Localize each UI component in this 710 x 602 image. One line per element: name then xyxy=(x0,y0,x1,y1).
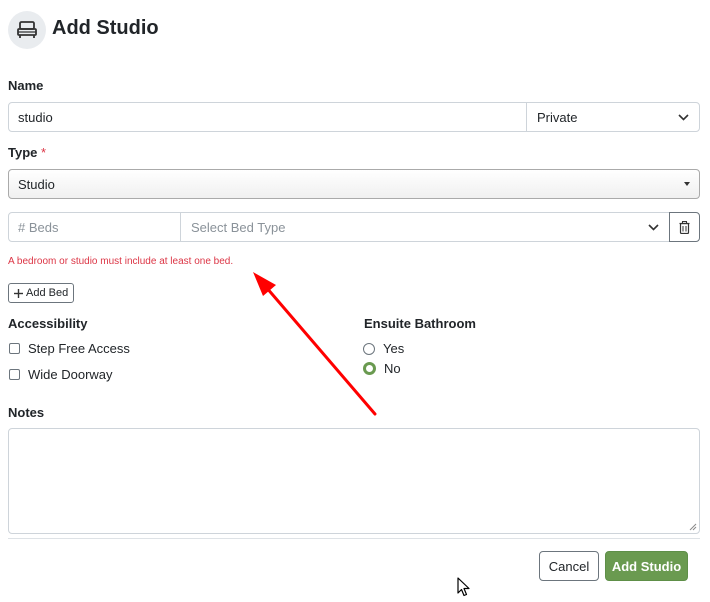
notes-textarea[interactable] xyxy=(8,428,700,534)
chevron-down-icon xyxy=(648,223,659,231)
required-marker: * xyxy=(41,145,47,160)
step-free-access-option[interactable]: Step Free Access xyxy=(9,341,130,356)
bed-validation-error: A bedroom or studio must include at leas… xyxy=(8,256,234,267)
privacy-select-value: Private xyxy=(537,109,578,125)
add-studio-button[interactable]: Add Studio xyxy=(605,551,688,581)
type-select[interactable]: Studio xyxy=(8,169,700,199)
resize-handle-icon[interactable] xyxy=(689,523,697,531)
page-title: Add Studio xyxy=(52,17,159,39)
wide-doorway-checkbox[interactable] xyxy=(9,369,20,380)
type-label-text: Type xyxy=(8,145,38,160)
step-free-access-label: Step Free Access xyxy=(28,341,130,356)
bed-icon xyxy=(8,11,46,49)
name-input[interactable] xyxy=(9,103,526,131)
caret-down-icon xyxy=(684,182,690,186)
beds-count-input[interactable] xyxy=(9,213,181,241)
add-bed-button[interactable]: Add Bed xyxy=(8,283,75,303)
ensuite-no-option[interactable]: No xyxy=(363,361,401,376)
privacy-select[interactable]: Private xyxy=(526,103,699,131)
cancel-button[interactable]: Cancel xyxy=(539,551,599,581)
chevron-down-icon xyxy=(678,113,689,121)
step-free-access-checkbox[interactable] xyxy=(9,343,20,354)
wide-doorway-label: Wide Doorway xyxy=(28,367,113,382)
bed-type-select[interactable]: Select Bed Type xyxy=(181,213,669,241)
ensuite-no-radio[interactable] xyxy=(363,362,376,375)
ensuite-no-label: No xyxy=(384,361,401,376)
bed-input-group: Select Bed Type xyxy=(8,212,670,242)
trash-icon xyxy=(679,220,690,234)
ensuite-yes-label: Yes xyxy=(383,341,405,356)
type-select-value: Studio xyxy=(18,176,55,192)
wide-doorway-option[interactable]: Wide Doorway xyxy=(9,367,113,382)
plus-icon xyxy=(14,288,23,298)
footer-divider xyxy=(8,538,700,539)
ensuite-yes-option[interactable]: Yes xyxy=(363,341,404,356)
bed-type-placeholder: Select Bed Type xyxy=(191,219,286,235)
name-label: Name xyxy=(8,78,44,93)
delete-bed-button[interactable] xyxy=(669,212,700,242)
mouse-cursor-icon xyxy=(457,577,470,597)
accessibility-heading: Accessibility xyxy=(8,316,88,331)
name-input-group: Private xyxy=(8,102,700,132)
type-label: Type * xyxy=(8,145,46,160)
add-bed-label: Add Bed xyxy=(26,287,69,299)
ensuite-yes-radio[interactable] xyxy=(363,342,375,355)
ensuite-heading: Ensuite Bathroom xyxy=(364,316,476,331)
notes-label: Notes xyxy=(8,405,45,420)
